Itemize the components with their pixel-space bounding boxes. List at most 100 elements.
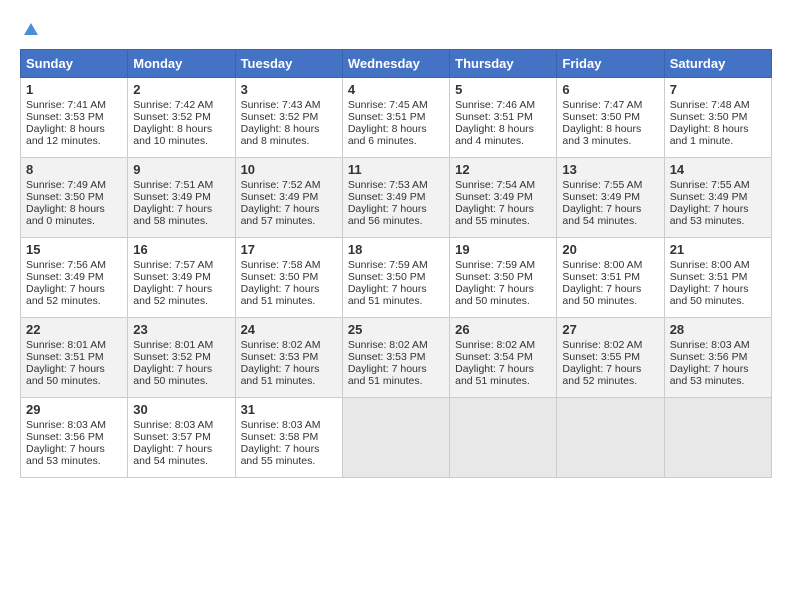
week-row-3: 15Sunrise: 7:56 AMSunset: 3:49 PMDayligh… (21, 238, 772, 318)
calendar-cell: 11Sunrise: 7:53 AMSunset: 3:49 PMDayligh… (342, 158, 449, 238)
day-number: 5 (455, 82, 551, 97)
logo-icon (22, 21, 40, 39)
day-number: 10 (241, 162, 337, 177)
sunrise: Sunrise: 8:02 AM (455, 339, 535, 351)
daylight: Daylight: 8 hours and 0 minutes. (26, 203, 105, 227)
daylight: Daylight: 7 hours and 52 minutes. (133, 283, 212, 307)
day-number: 12 (455, 162, 551, 177)
day-number: 18 (348, 242, 444, 257)
daylight: Daylight: 7 hours and 52 minutes. (562, 363, 641, 387)
daylight: Daylight: 7 hours and 51 minutes. (241, 363, 320, 387)
column-header-friday: Friday (557, 50, 664, 78)
sunset: Sunset: 3:52 PM (133, 111, 211, 123)
day-number: 8 (26, 162, 122, 177)
daylight: Daylight: 7 hours and 52 minutes. (26, 283, 105, 307)
sunrise: Sunrise: 7:57 AM (133, 259, 213, 271)
sunset: Sunset: 3:51 PM (562, 271, 640, 283)
sunset: Sunset: 3:54 PM (455, 351, 533, 363)
sunset: Sunset: 3:50 PM (670, 111, 748, 123)
sunset: Sunset: 3:50 PM (348, 271, 426, 283)
day-number: 1 (26, 82, 122, 97)
sunrise: Sunrise: 7:46 AM (455, 99, 535, 111)
sunset: Sunset: 3:53 PM (348, 351, 426, 363)
day-number: 15 (26, 242, 122, 257)
day-number: 2 (133, 82, 229, 97)
sunset: Sunset: 3:50 PM (562, 111, 640, 123)
calendar-cell: 19Sunrise: 7:59 AMSunset: 3:50 PMDayligh… (450, 238, 557, 318)
calendar-cell: 17Sunrise: 7:58 AMSunset: 3:50 PMDayligh… (235, 238, 342, 318)
day-number: 14 (670, 162, 766, 177)
sunset: Sunset: 3:49 PM (348, 191, 426, 203)
daylight: Daylight: 7 hours and 54 minutes. (133, 443, 212, 467)
calendar-cell: 20Sunrise: 8:00 AMSunset: 3:51 PMDayligh… (557, 238, 664, 318)
calendar-cell: 8Sunrise: 7:49 AMSunset: 3:50 PMDaylight… (21, 158, 128, 238)
daylight: Daylight: 8 hours and 6 minutes. (348, 123, 427, 147)
sunrise: Sunrise: 7:43 AM (241, 99, 321, 111)
week-row-1: 1 Sunrise: 7:41 AMSunset: 3:53 PM Daylight… (21, 78, 772, 158)
day-number: 17 (241, 242, 337, 257)
calendar-cell: 26Sunrise: 8:02 AMSunset: 3:54 PMDayligh… (450, 318, 557, 398)
calendar-cell: 30Sunrise: 8:03 AMSunset: 3:57 PMDayligh… (128, 398, 235, 478)
daylight: Daylight: 7 hours and 50 minutes. (670, 283, 749, 307)
day-number: 21 (670, 242, 766, 257)
calendar-body: 1Sunrise: 7:41 AMSunset: 3:53 PMDaylight… (21, 78, 772, 478)
calendar-cell: 22Sunrise: 8:01 AMSunset: 3:51 PMDayligh… (21, 318, 128, 398)
calendar-cell: 9Sunrise: 7:51 AMSunset: 3:49 PMDaylight… (128, 158, 235, 238)
column-header-tuesday: Tuesday (235, 50, 342, 78)
week-row-4: 22Sunrise: 8:01 AMSunset: 3:51 PMDayligh… (21, 318, 772, 398)
daylight: Daylight: 7 hours and 50 minutes. (133, 363, 212, 387)
sunset: Sunset: 3:49 PM (26, 271, 104, 283)
day-number: 4 (348, 82, 444, 97)
daylight: Daylight: 7 hours and 50 minutes. (562, 283, 641, 307)
day-number: 23 (133, 322, 229, 337)
sunrise: Sunrise: 7:47 AM (562, 99, 642, 111)
calendar-cell: 12Sunrise: 7:54 AMSunset: 3:49 PMDayligh… (450, 158, 557, 238)
sunset: Sunset: 3:49 PM (133, 191, 211, 203)
daylight: Daylight: 7 hours and 57 minutes. (241, 203, 320, 227)
calendar-cell: 25Sunrise: 8:02 AMSunset: 3:53 PMDayligh… (342, 318, 449, 398)
calendar-cell (557, 398, 664, 478)
week-row-5: 29Sunrise: 8:03 AMSunset: 3:56 PMDayligh… (21, 398, 772, 478)
sunrise: Sunrise: 8:01 AM (26, 339, 106, 351)
daylight: Daylight: 7 hours and 53 minutes. (26, 443, 105, 467)
daylight: Daylight: 7 hours and 55 minutes. (241, 443, 320, 467)
daylight: Daylight: 8 hours and 4 minutes. (455, 123, 534, 147)
sunrise: Sunrise: 8:03 AM (133, 419, 213, 431)
sunrise: Sunrise: 7:53 AM (348, 179, 428, 191)
daylight: Daylight: 7 hours and 53 minutes. (670, 203, 749, 227)
calendar-cell: 13Sunrise: 7:55 AMSunset: 3:49 PMDayligh… (557, 158, 664, 238)
daylight: Daylight: 7 hours and 55 minutes. (455, 203, 534, 227)
sunset: Sunset: 3:49 PM (670, 191, 748, 203)
sunrise: Sunrise: 8:00 AM (562, 259, 642, 271)
sunrise: Sunrise: 8:02 AM (562, 339, 642, 351)
calendar-cell: 5Sunrise: 7:46 AMSunset: 3:51 PMDaylight… (450, 78, 557, 158)
sunrise: Sunrise: 7:56 AM (26, 259, 106, 271)
sunrise: Sunrise: 7:45 AM (348, 99, 428, 111)
sunset: Sunset: 3:49 PM (133, 271, 211, 283)
sunrise: Sunrise: 8:02 AM (348, 339, 428, 351)
sunset: Sunset: 3:53 PM (26, 111, 104, 123)
daylight: Daylight: 8 hours and 3 minutes. (562, 123, 641, 147)
daylight: Daylight: 8 hours and 10 minutes. (133, 123, 212, 147)
daylight: Daylight: 7 hours and 56 minutes. (348, 203, 427, 227)
day-number: 31 (241, 402, 337, 417)
column-header-saturday: Saturday (664, 50, 771, 78)
sunset: Sunset: 3:56 PM (670, 351, 748, 363)
day-number: 19 (455, 242, 551, 257)
calendar-cell: 18Sunrise: 7:59 AMSunset: 3:50 PMDayligh… (342, 238, 449, 318)
day-number: 13 (562, 162, 658, 177)
daylight: Daylight: 7 hours and 54 minutes. (562, 203, 641, 227)
calendar-cell (342, 398, 449, 478)
calendar-cell: 1Sunrise: 7:41 AMSunset: 3:53 PMDaylight… (21, 78, 128, 158)
daylight: Daylight: 7 hours and 51 minutes. (241, 283, 320, 307)
sunset: Sunset: 3:50 PM (26, 191, 104, 203)
calendar-cell: 31Sunrise: 8:03 AMSunset: 3:58 PMDayligh… (235, 398, 342, 478)
sunrise: Sunrise: 7:59 AM (348, 259, 428, 271)
calendar-cell (664, 398, 771, 478)
calendar-cell: 27Sunrise: 8:02 AMSunset: 3:55 PMDayligh… (557, 318, 664, 398)
day-number: 27 (562, 322, 658, 337)
sunrise: Sunrise: 7:41 AM (26, 99, 106, 111)
calendar-cell: 3Sunrise: 7:43 AMSunset: 3:52 PMDaylight… (235, 78, 342, 158)
sunrise: Sunrise: 8:03 AM (26, 419, 106, 431)
calendar-cell: 28Sunrise: 8:03 AMSunset: 3:56 PMDayligh… (664, 318, 771, 398)
